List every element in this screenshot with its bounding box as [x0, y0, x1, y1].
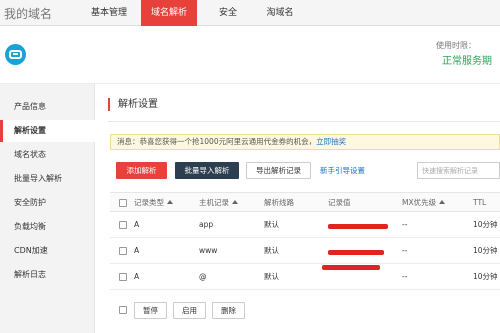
- row-checkbox[interactable]: [119, 221, 127, 229]
- beginner-guide-link[interactable]: 新手引导设置: [320, 165, 365, 176]
- column-header-mx[interactable]: MX优先级: [402, 193, 446, 213]
- delete-button[interactable]: 删除: [212, 302, 245, 319]
- cell-mx: --: [402, 246, 408, 255]
- divider: [108, 121, 500, 122]
- page-title: 解析设置: [108, 98, 158, 111]
- enable-button[interactable]: 启用: [173, 302, 206, 319]
- sidebar-item-dns-settings[interactable]: 解析设置: [0, 120, 95, 142]
- batch-import-button[interactable]: 批量导入解析: [175, 162, 239, 179]
- cell-type: A: [134, 220, 140, 229]
- sidebar: 产品信息 解析设置 域名状态 批量导入解析 安全防护 负载均衡 CDN加速 解析…: [0, 84, 95, 333]
- notice-lottery-link[interactable]: 立即抽奖: [316, 137, 346, 146]
- notice-banner: 消息：恭喜您获得一个抢1000元阿里云通用代金券的机会，立即抽奖: [110, 134, 500, 150]
- nav-domain-market[interactable]: 淘域名: [258, 0, 302, 26]
- cell-mx: --: [402, 220, 408, 229]
- batch-action-bar: 暂停 启用 删除: [110, 298, 500, 322]
- add-record-button[interactable]: 添加解析: [116, 162, 167, 179]
- nav-security[interactable]: 安全: [207, 0, 249, 26]
- column-header-line: 解析线路: [264, 198, 294, 207]
- cell-ttl: 10分钟: [473, 246, 498, 255]
- cell-line: 默认: [264, 272, 279, 281]
- cell-line: 默认: [264, 246, 279, 255]
- table-row: A www 默认 -- 10分钟: [110, 238, 500, 264]
- product-header: 使用时限： 正常服务期: [0, 26, 500, 84]
- nav-dns-resolution[interactable]: 域名解析: [141, 0, 197, 26]
- row-checkbox[interactable]: [119, 247, 127, 255]
- select-all-checkbox[interactable]: [119, 199, 127, 207]
- select-all-checkbox-bottom[interactable]: [119, 306, 127, 314]
- cell-mx: --: [402, 272, 408, 281]
- cell-host: www: [199, 246, 218, 255]
- column-header-ttl: TTL: [473, 198, 487, 207]
- row-checkbox[interactable]: [119, 273, 127, 281]
- sidebar-item-batch-import[interactable]: 批量导入解析: [0, 168, 95, 190]
- cell-ttl: 10分钟: [473, 220, 498, 229]
- table-row: A @ 默认 -- 10分钟: [110, 264, 500, 290]
- sidebar-item-product-info[interactable]: 产品信息: [0, 96, 95, 118]
- redacted-record-value: [328, 224, 388, 229]
- search-input[interactable]: [417, 162, 500, 179]
- sort-caret-icon: [232, 200, 238, 204]
- redacted-record-value: [322, 265, 380, 270]
- redacted-record-value: [328, 250, 384, 255]
- sidebar-item-security[interactable]: 安全防护: [0, 192, 95, 214]
- sidebar-item-dns-logs[interactable]: 解析日志: [0, 264, 95, 286]
- column-header-type[interactable]: 记录类型: [134, 193, 173, 213]
- sidebar-item-cdn[interactable]: CDN加速: [0, 240, 95, 262]
- column-header-host[interactable]: 主机记录: [199, 193, 238, 213]
- sort-caret-icon: [167, 200, 173, 204]
- cell-type: A: [134, 272, 140, 281]
- cell-host: app: [199, 220, 214, 229]
- top-nav-bar: 我的域名 基本管理 域名解析 安全 淘域名: [0, 0, 500, 26]
- cell-type: A: [134, 246, 140, 255]
- export-records-button[interactable]: 导出解析记录: [246, 162, 311, 179]
- brand-title: 我的域名: [4, 7, 53, 21]
- table-header: 记录类型 主机记录 解析线路 记录值 MX优先级 TTL: [110, 192, 500, 212]
- column-header-value: 记录值: [328, 198, 351, 207]
- nav-basic-management[interactable]: 基本管理: [80, 0, 138, 26]
- sidebar-item-load-balancing[interactable]: 负载均衡: [0, 216, 95, 238]
- cell-host: @: [199, 272, 207, 281]
- sidebar-item-domain-status[interactable]: 域名状态: [0, 144, 95, 166]
- service-status: 正常服务期: [442, 56, 492, 67]
- sort-caret-icon: [439, 200, 446, 204]
- table-row: A app 默认 -- 10分钟: [110, 212, 500, 238]
- notice-text: 消息：恭喜您获得一个抢1000元阿里云通用代金券的机会，: [117, 137, 317, 146]
- cell-ttl: 10分钟: [473, 272, 498, 281]
- cell-line: 默认: [264, 220, 279, 229]
- product-logo-icon: [5, 44, 26, 65]
- pause-button[interactable]: 暂停: [134, 302, 167, 319]
- service-period-label: 使用时限：: [436, 41, 476, 50]
